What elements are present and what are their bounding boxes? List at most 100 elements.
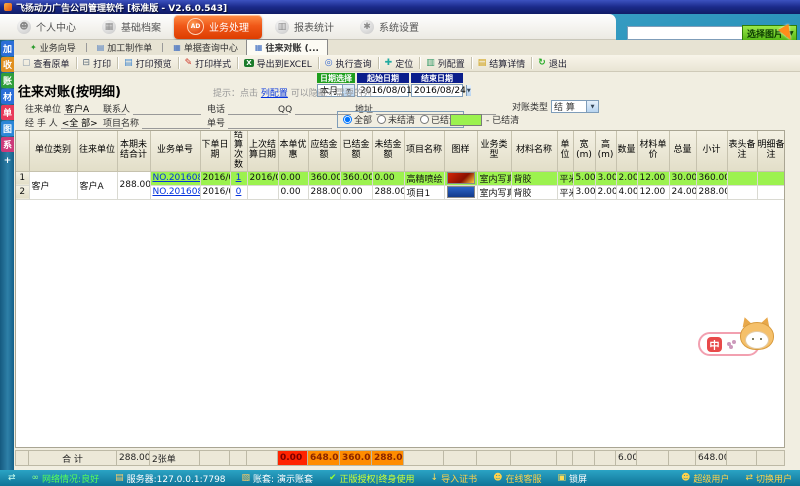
column-header-discount[interactable]: 本单优惠 bbox=[278, 131, 308, 171]
cell: 背胶 bbox=[511, 171, 557, 185]
side-tab-图[interactable]: 图 bbox=[1, 121, 14, 136]
side-tab-+[interactable]: + bbox=[1, 153, 14, 168]
toolbar-print-style[interactable]: ✎打印样式 bbox=[180, 56, 237, 71]
column-header-material-name[interactable]: 材料名称 bbox=[511, 131, 557, 171]
ime-toolbar[interactable]: 中 bbox=[698, 332, 760, 356]
column-header-period-unsettled[interactable]: 本期未结合计 bbox=[117, 131, 150, 171]
side-tab-单[interactable]: 单 bbox=[1, 105, 14, 120]
order-number-link[interactable]: NO.201608230007 bbox=[153, 173, 201, 183]
status-bar-right: ☻超级用户 ⇄切换用户 bbox=[681, 472, 792, 485]
column-header-height-m[interactable]: 高(m) bbox=[595, 131, 616, 171]
phone-field: 电话 bbox=[207, 102, 288, 115]
column-header-order-no[interactable]: 业务单号 bbox=[150, 131, 200, 171]
date-select-2[interactable]: 2016/08/24▼ bbox=[411, 84, 463, 97]
radio-input[interactable] bbox=[377, 115, 386, 124]
status-account-set: ▧账套: 演示账套 bbox=[242, 472, 313, 485]
side-tab-收[interactable]: 收 bbox=[1, 57, 14, 72]
cell bbox=[757, 171, 785, 185]
swap-icon: ⇄ bbox=[8, 473, 16, 483]
column-config-link[interactable]: 列配置 bbox=[261, 89, 288, 99]
mascot-face bbox=[745, 331, 769, 349]
radio-未结清[interactable]: 未结清 bbox=[377, 113, 415, 126]
document-icon: ▤ bbox=[97, 43, 105, 52]
side-tab-加[interactable]: 加 bbox=[1, 41, 14, 56]
summary-cell: 288.00 bbox=[372, 451, 404, 466]
order-no-field-input[interactable] bbox=[228, 116, 332, 129]
column-header-unit[interactable]: 单位 bbox=[557, 131, 573, 171]
tab-account-reconciliation[interactable]: ▦往来对账 (... bbox=[246, 39, 328, 55]
status-lock-screen[interactable]: ▣锁屏 bbox=[558, 472, 588, 485]
toolbar-settle-detail[interactable]: ▤结算详情 bbox=[473, 56, 531, 71]
column-header-row-num[interactable] bbox=[16, 131, 29, 171]
column-header-header-note[interactable]: 表头备注 bbox=[727, 131, 757, 171]
tab-process-order[interactable]: ▤加工制作单 bbox=[89, 40, 161, 55]
toolbar-locate[interactable]: ✚定位 bbox=[380, 56, 419, 71]
column-header-total-qty[interactable]: 总量 bbox=[669, 131, 696, 171]
toolbar-run-query[interactable]: ◎执行查询 bbox=[320, 56, 377, 71]
column-header-order-date[interactable]: 下单日期 bbox=[200, 131, 230, 171]
cell: 2016/08/24 bbox=[200, 185, 230, 199]
toolbar-print[interactable]: ⊟打印 bbox=[78, 56, 117, 71]
image-path-input[interactable] bbox=[627, 26, 743, 40]
status-layout-swap[interactable]: ⇄ bbox=[8, 473, 16, 483]
ime-chinese-indicator[interactable]: 中 bbox=[707, 337, 722, 352]
artwork-thumbnail[interactable] bbox=[447, 172, 475, 184]
menu-basic-archive[interactable]: ▦基础档案 bbox=[89, 15, 174, 39]
radio-label: 全部 bbox=[354, 113, 372, 126]
order-number-link[interactable]: NO.201608240001 bbox=[153, 187, 201, 197]
toolbar-view-original[interactable]: ▢查看原单 bbox=[17, 56, 75, 71]
summary-cell bbox=[477, 451, 511, 466]
summary-cell bbox=[669, 451, 696, 466]
menu-report-stats[interactable]: ▥报表统计 bbox=[262, 15, 347, 39]
settle-count-link[interactable]: 1 bbox=[236, 173, 242, 183]
radio-全部[interactable]: 全部 bbox=[343, 113, 372, 126]
toolbar-column-config[interactable]: ▥列配置 bbox=[421, 56, 470, 71]
column-header-unsettled-amount[interactable]: 未结金额 bbox=[372, 131, 404, 171]
status-super-user[interactable]: ☻超级用户 bbox=[681, 472, 729, 485]
column-header-biz-type[interactable]: 业务类型 bbox=[477, 131, 511, 171]
radio-input[interactable] bbox=[420, 115, 429, 124]
reconciliation-type-select[interactable]: 结 算 ▼ bbox=[551, 100, 599, 113]
status-online-service[interactable]: ☻在线客服 bbox=[493, 472, 541, 485]
column-header-detail-note[interactable]: 明细备注 bbox=[757, 131, 785, 171]
status-switch-user[interactable]: ⇄切换用户 bbox=[745, 472, 792, 485]
toolbar-label: 定位 bbox=[395, 57, 413, 70]
side-tab-材[interactable]: 材 bbox=[1, 89, 14, 104]
column-header-unit-name[interactable]: 往来单位 bbox=[77, 131, 117, 171]
column-header-width-m[interactable]: 宽(m) bbox=[573, 131, 595, 171]
column-header-project-name[interactable]: 项目名称 bbox=[404, 131, 444, 171]
table-row[interactable]: 1客户客户A288.00NO.2016082300072016/08/23120… bbox=[16, 171, 785, 185]
radio-input[interactable] bbox=[343, 115, 352, 124]
project-name-field-input[interactable] bbox=[142, 116, 210, 129]
side-tab-系[interactable]: 系 bbox=[1, 137, 14, 152]
status-license: ✔正版授权|终身使用 bbox=[329, 472, 415, 485]
settle-count-link[interactable]: 0 bbox=[236, 187, 242, 197]
field-label: QQ bbox=[278, 105, 292, 115]
tab-business-wizard[interactable]: ✦业务向导 bbox=[22, 40, 84, 55]
column-header-unit-type[interactable]: 单位类别 bbox=[29, 131, 77, 171]
tab-document-query-center[interactable]: ▦单据查询中心 bbox=[165, 40, 246, 55]
user-icon: ☻ bbox=[17, 20, 31, 34]
column-header-subtotal[interactable]: 小计 bbox=[696, 131, 727, 171]
field-label: 经 手 人 bbox=[25, 116, 58, 129]
toolbar-exit[interactable]: ↻退出 bbox=[533, 56, 572, 71]
column-header-material-price[interactable]: 材料单价 bbox=[637, 131, 669, 171]
column-header-qty[interactable]: 数量 bbox=[616, 131, 637, 171]
column-header-artwork[interactable]: 图样 bbox=[444, 131, 477, 171]
column-header-due-amount[interactable]: 应结金额 bbox=[308, 131, 340, 171]
archive-icon: ▦ bbox=[102, 20, 116, 34]
column-header-settled-amount[interactable]: 已结金额 bbox=[340, 131, 372, 171]
side-tab-账[interactable]: 账 bbox=[1, 73, 14, 88]
menu-business-process[interactable]: AD业务处理 bbox=[174, 15, 262, 39]
status-import-cert[interactable]: ↓导入证书 bbox=[431, 472, 478, 485]
contact-field-input[interactable] bbox=[133, 102, 201, 115]
unit-type-cell: 客户 bbox=[29, 171, 77, 199]
toolbar-export-excel[interactable]: X导出到EXCEL bbox=[239, 56, 317, 71]
column-header-last-settle-date[interactable]: 上次结算日期 bbox=[247, 131, 278, 171]
artwork-thumbnail[interactable] bbox=[447, 186, 475, 198]
column-header-settle-count[interactable]: 结算次数 bbox=[230, 131, 247, 171]
menu-personal-center[interactable]: ☻个人中心 bbox=[4, 15, 89, 39]
menu-system-settings[interactable]: ✱系统设置 bbox=[347, 15, 432, 39]
toolbar-print-preview[interactable]: ▤打印预览 bbox=[119, 56, 177, 71]
summary-cell: 6.00 bbox=[616, 451, 637, 466]
